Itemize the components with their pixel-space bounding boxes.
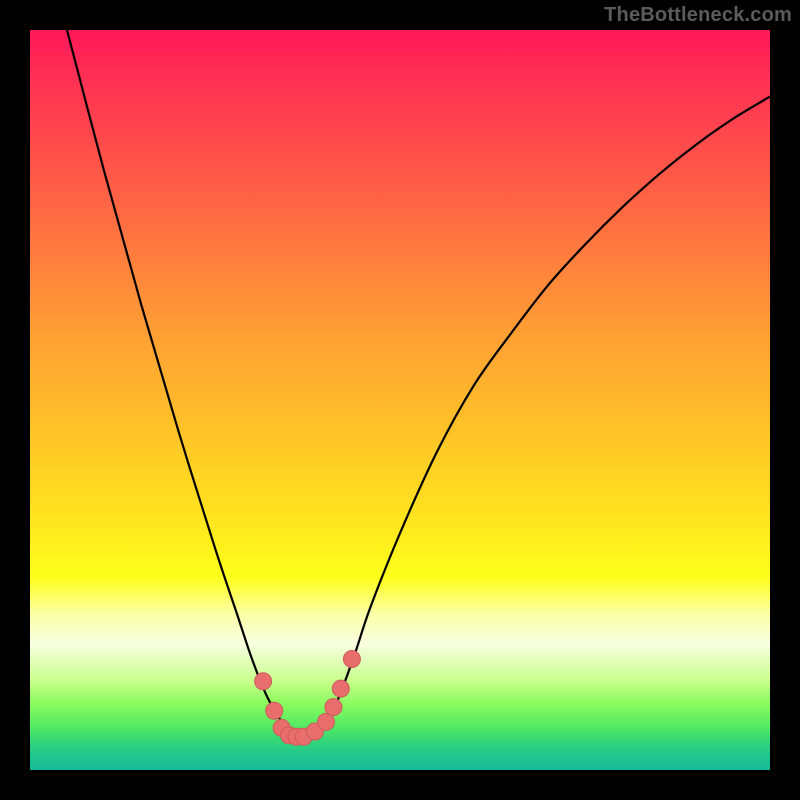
chart-svg [30, 30, 770, 770]
plot-area [30, 30, 770, 770]
curve-markers [255, 651, 361, 746]
bottleneck-curve-path [67, 30, 770, 737]
curve-marker [266, 702, 283, 719]
curve-marker [255, 673, 272, 690]
curve-marker [343, 651, 360, 668]
curve-marker [332, 680, 349, 697]
watermark-text: TheBottleneck.com [604, 4, 792, 27]
outer-frame: TheBottleneck.com [0, 0, 800, 800]
curve-marker [325, 699, 342, 716]
